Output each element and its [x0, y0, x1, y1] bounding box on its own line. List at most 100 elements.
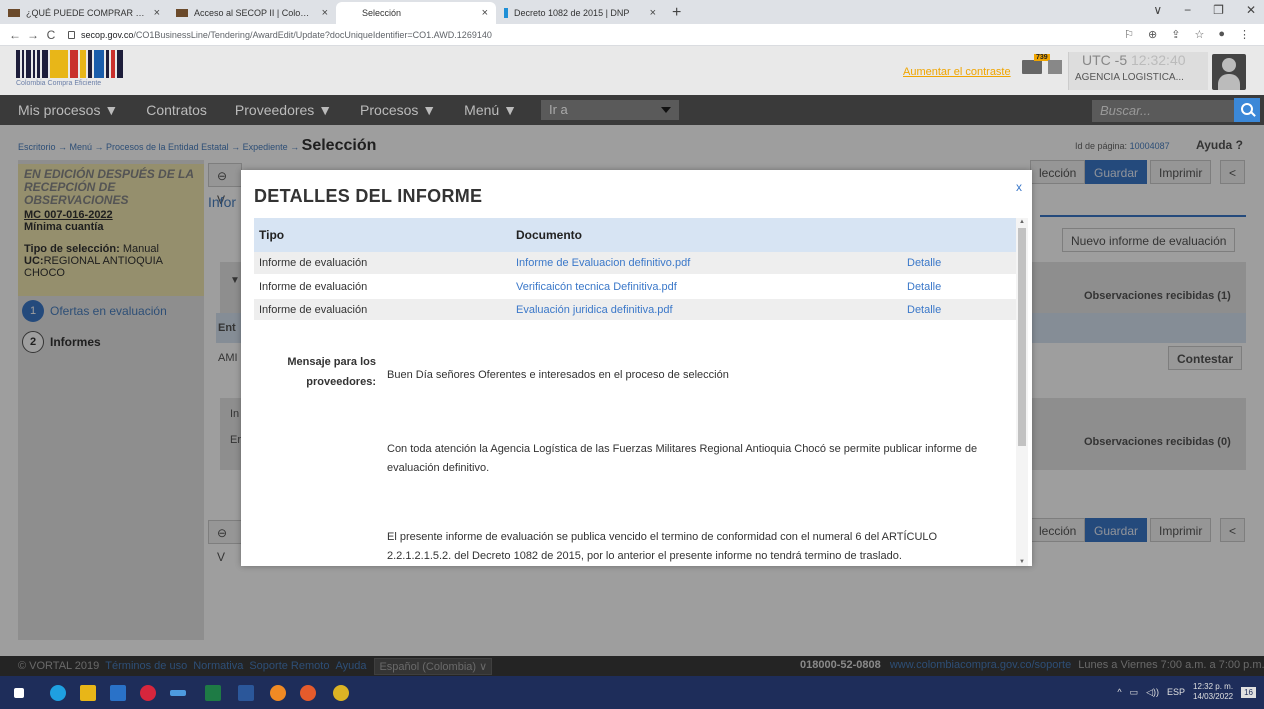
nav-menu[interactable]: Menú ▼ — [450, 102, 531, 118]
word-icon[interactable] — [238, 685, 254, 701]
bookmark-star-icon[interactable]: ☆ — [1194, 28, 1204, 41]
documents-table: Tipo Documento Informe de evaluación Inf… — [254, 218, 1016, 322]
restore-icon[interactable]: ❐ — [1213, 3, 1224, 17]
nav-contratos[interactable]: Contratos — [132, 102, 221, 118]
tab-close-icon[interactable]: × — [322, 7, 328, 19]
nav-procesos[interactable]: Procesos ▼ — [346, 102, 450, 118]
mail-icon[interactable] — [1022, 60, 1042, 74]
tab-close-icon[interactable]: × — [482, 7, 488, 19]
address-bar: ← → C secop.gov.co/CO1BusinessLine/Tende… — [0, 24, 1264, 46]
url-host: secop.gov.co — [81, 29, 134, 40]
media-icon[interactable] — [140, 685, 156, 701]
file-explorer-icon[interactable] — [80, 685, 96, 701]
back-arrow-icon[interactable]: ← — [6, 28, 24, 42]
outlook-icon[interactable] — [110, 685, 126, 701]
close-icon[interactable]: x — [1016, 180, 1022, 194]
volume-icon[interactable]: ◁)) — [1146, 687, 1159, 698]
site-header: Colombia Compra Eficiente Aumentar el co… — [0, 46, 1264, 95]
windows-start-icon[interactable] — [14, 688, 24, 698]
contrast-link[interactable]: Aumentar el contraste — [903, 66, 1011, 78]
detalle-link[interactable]: Detalle — [902, 252, 1016, 276]
agency-name: AGENCIA LOGISTICA... — [1075, 72, 1184, 83]
office-icon[interactable] — [270, 685, 286, 701]
modal-scrollbar[interactable]: ▲ ▼ — [1016, 218, 1028, 566]
ir-a-label: Ir a — [549, 102, 568, 117]
message-paragraph: Con toda atención la Agencia Logística d… — [387, 443, 978, 474]
address-bar-actions: ⚐ ⊕ ⇪ ☆ ● ⋮ — [1124, 28, 1250, 41]
scrollbar-thumb[interactable] — [1018, 228, 1026, 446]
table-header-row: Tipo Documento — [254, 218, 1016, 252]
modal-title: DETALLES DEL INFORME — [254, 186, 483, 206]
chevron-down-icon — [661, 107, 671, 113]
search-button[interactable] — [1234, 98, 1260, 122]
column-header-documento: Documento — [511, 218, 1016, 252]
detalle-link[interactable]: Detalle — [902, 298, 1016, 322]
minimize-icon[interactable]: − — [1184, 3, 1191, 17]
browser-tab[interactable]: ¿QUÉ PUEDE COMPRAR POR ME × — [0, 2, 168, 24]
firefox-icon[interactable] — [300, 685, 316, 701]
tab-label: Selección — [362, 8, 402, 18]
utc-label: UTC -5 — [1082, 52, 1128, 68]
message-label: Mensaje para los proveedores: — [287, 356, 376, 388]
logo-barcode-icon — [16, 50, 136, 78]
site-favicon-icon — [8, 9, 20, 17]
colombia-compra-logo[interactable]: Colombia Compra Eficiente — [16, 50, 146, 90]
tab-close-icon[interactable]: × — [154, 7, 160, 19]
reload-icon[interactable]: C — [42, 28, 60, 42]
browser-menu-icon[interactable]: ⋮ — [1239, 28, 1250, 41]
forward-arrow-icon[interactable]: → — [24, 28, 42, 42]
excel-icon[interactable] — [205, 685, 221, 701]
table-row: Informe de evaluación Informe de Evaluac… — [254, 252, 1016, 276]
url-input[interactable]: secop.gov.co/CO1BusinessLine/Tendering/A… — [68, 30, 1124, 40]
logo-text: Colombia Compra Eficiente — [16, 80, 102, 87]
document-icon[interactable] — [1048, 60, 1062, 74]
system-tray: ^ ▭ ◁)) ESP 12:32 p. m. 14/03/2022 16 — [1117, 682, 1256, 702]
site-favicon-icon — [344, 9, 356, 17]
detalle-link[interactable]: Detalle — [902, 275, 1016, 299]
main-navbar: Mis procesos ▼ Contratos Proveedores ▼ P… — [0, 95, 1264, 125]
site-favicon-icon — [504, 8, 508, 18]
search-input[interactable]: Buscar... — [1092, 100, 1234, 122]
browser-tab-active[interactable]: Selección × — [336, 2, 496, 24]
taskbar-clock[interactable]: 12:32 p. m. 14/03/2022 — [1193, 682, 1233, 702]
nav-proveedores[interactable]: Proveedores ▼ — [221, 102, 346, 118]
document-link[interactable]: Verificaicón tecnica Definitiva.pdf — [511, 275, 902, 299]
profile-icon[interactable]: ● — [1218, 28, 1225, 41]
scroll-down-icon[interactable]: ▼ — [1019, 559, 1025, 565]
translate-icon[interactable]: ⚐ — [1124, 28, 1134, 41]
row-tipo: Informe de evaluación — [254, 252, 511, 276]
input-language[interactable]: ESP — [1167, 687, 1185, 697]
nav-mis-procesos[interactable]: Mis procesos ▼ — [0, 102, 132, 118]
url-path: /CO1BusinessLine/Tendering/AwardEdit/Upd… — [133, 29, 492, 40]
tab-label: Decreto 1082 de 2015 | DNP — [514, 8, 630, 18]
clock-time: 12:32 p. m. — [1193, 682, 1234, 691]
clock-display: UTC -5 12:32:40 — [1082, 52, 1186, 68]
zoom-icon[interactable]: ⊕ — [1148, 28, 1157, 41]
browser-tab[interactable]: Decreto 1082 de 2015 | DNP × — [496, 2, 664, 24]
row-tipo: Informe de evaluación — [254, 275, 511, 299]
tab-close-icon[interactable]: × — [650, 7, 656, 19]
notification-icon[interactable]: 16 — [1241, 686, 1256, 698]
user-avatar[interactable] — [1212, 54, 1246, 90]
tray-chevron-icon[interactable]: ^ — [1117, 687, 1121, 697]
lock-icon — [68, 30, 75, 39]
app-icon[interactable] — [170, 690, 186, 696]
report-details-modal: DETALLES DEL INFORME x Tipo Documento In… — [241, 170, 1032, 566]
new-tab-button[interactable]: + — [664, 2, 689, 24]
document-link[interactable]: Informe de Evaluacion definitivo.pdf — [511, 252, 902, 276]
scroll-up-icon[interactable]: ▲ — [1019, 219, 1025, 225]
window-controls: ∨ − ❐ ✕ — [1153, 3, 1256, 17]
chrome-icon[interactable] — [333, 685, 349, 701]
ir-a-dropdown[interactable]: Ir a — [541, 100, 679, 120]
browser-tab[interactable]: Acceso al SECOP II | Colombia C × — [168, 2, 336, 24]
message-paragraph: Buen Día señores Oferentes e interesados… — [387, 369, 729, 381]
share-icon[interactable]: ⇪ — [1171, 28, 1180, 41]
modal-body: Tipo Documento Informe de evaluación Inf… — [254, 218, 1016, 566]
edge-icon[interactable] — [50, 685, 66, 701]
document-link[interactable]: Evaluación juridica definitiva.pdf — [511, 298, 902, 322]
close-window-icon[interactable]: ✕ — [1246, 3, 1256, 17]
table-row: Informe de evaluación Evaluación juridic… — [254, 298, 1016, 322]
table-row: Informe de evaluación Verificaicón tecni… — [254, 275, 1016, 299]
network-icon[interactable]: ▭ — [1130, 687, 1139, 698]
tab-search-icon[interactable]: ∨ — [1153, 3, 1162, 17]
